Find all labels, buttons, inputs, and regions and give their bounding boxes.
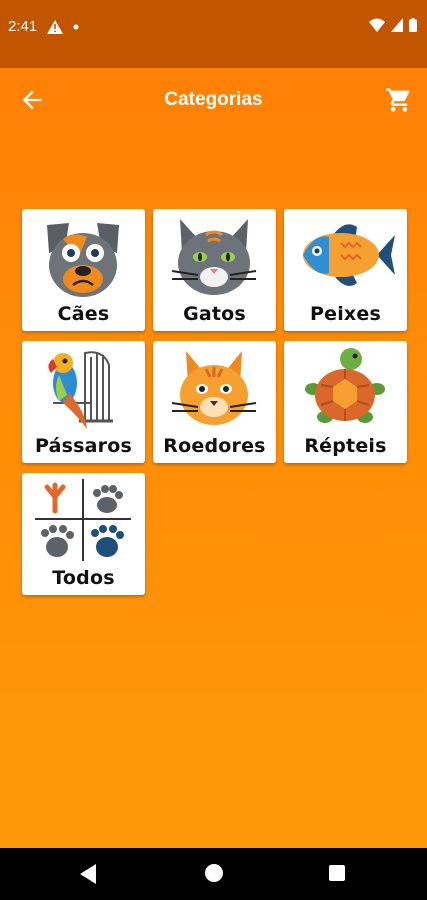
back-arrow-icon[interactable] xyxy=(18,86,46,114)
all-paws-icon xyxy=(35,479,131,561)
status-right xyxy=(369,18,417,32)
category-grid: Cães Gatos Peixes Pássaros Roedores Répt… xyxy=(22,209,407,595)
turtle-icon xyxy=(305,348,385,423)
category-card-todos[interactable]: Todos xyxy=(22,473,145,595)
category-label: Todos xyxy=(52,567,115,589)
shopping-cart-icon[interactable] xyxy=(385,86,413,114)
status-left: 2:41 xyxy=(8,18,79,35)
category-card-gatos[interactable]: Gatos xyxy=(153,209,276,331)
app-bar: Categorias xyxy=(0,68,427,132)
category-card-repteis[interactable]: Répteis xyxy=(284,341,407,463)
status-time: 2:41 xyxy=(8,18,38,35)
nav-recents-icon[interactable] xyxy=(329,865,345,881)
category-label: Pássaros xyxy=(34,435,132,457)
category-card-roedores[interactable]: Roedores xyxy=(153,341,276,463)
signal-icon xyxy=(391,18,403,32)
battery-icon xyxy=(409,18,417,32)
nav-home-icon[interactable] xyxy=(205,864,223,882)
page-title: Categorias xyxy=(164,89,263,110)
dog-icon xyxy=(47,223,119,297)
category-card-peixes[interactable]: Peixes xyxy=(284,209,407,331)
category-label: Roedores xyxy=(163,435,266,457)
cat-icon xyxy=(171,219,257,295)
nav-back-icon[interactable] xyxy=(80,864,98,884)
category-label: Gatos xyxy=(183,303,246,325)
category-label: Répteis xyxy=(304,435,387,457)
category-card-caes[interactable]: Cães xyxy=(22,209,145,331)
parrot-icon xyxy=(48,351,113,429)
category-label: Cães xyxy=(57,303,110,325)
fish-icon xyxy=(303,224,395,286)
warning-icon xyxy=(47,19,64,34)
notification-dot-icon xyxy=(73,24,79,29)
wifi-icon xyxy=(369,18,385,32)
rodent-icon xyxy=(171,351,257,425)
status-bar: 2:41 xyxy=(0,0,427,68)
category-label: Peixes xyxy=(310,303,381,325)
system-nav-bar xyxy=(0,848,427,900)
category-card-passaros[interactable]: Pássaros xyxy=(22,341,145,463)
